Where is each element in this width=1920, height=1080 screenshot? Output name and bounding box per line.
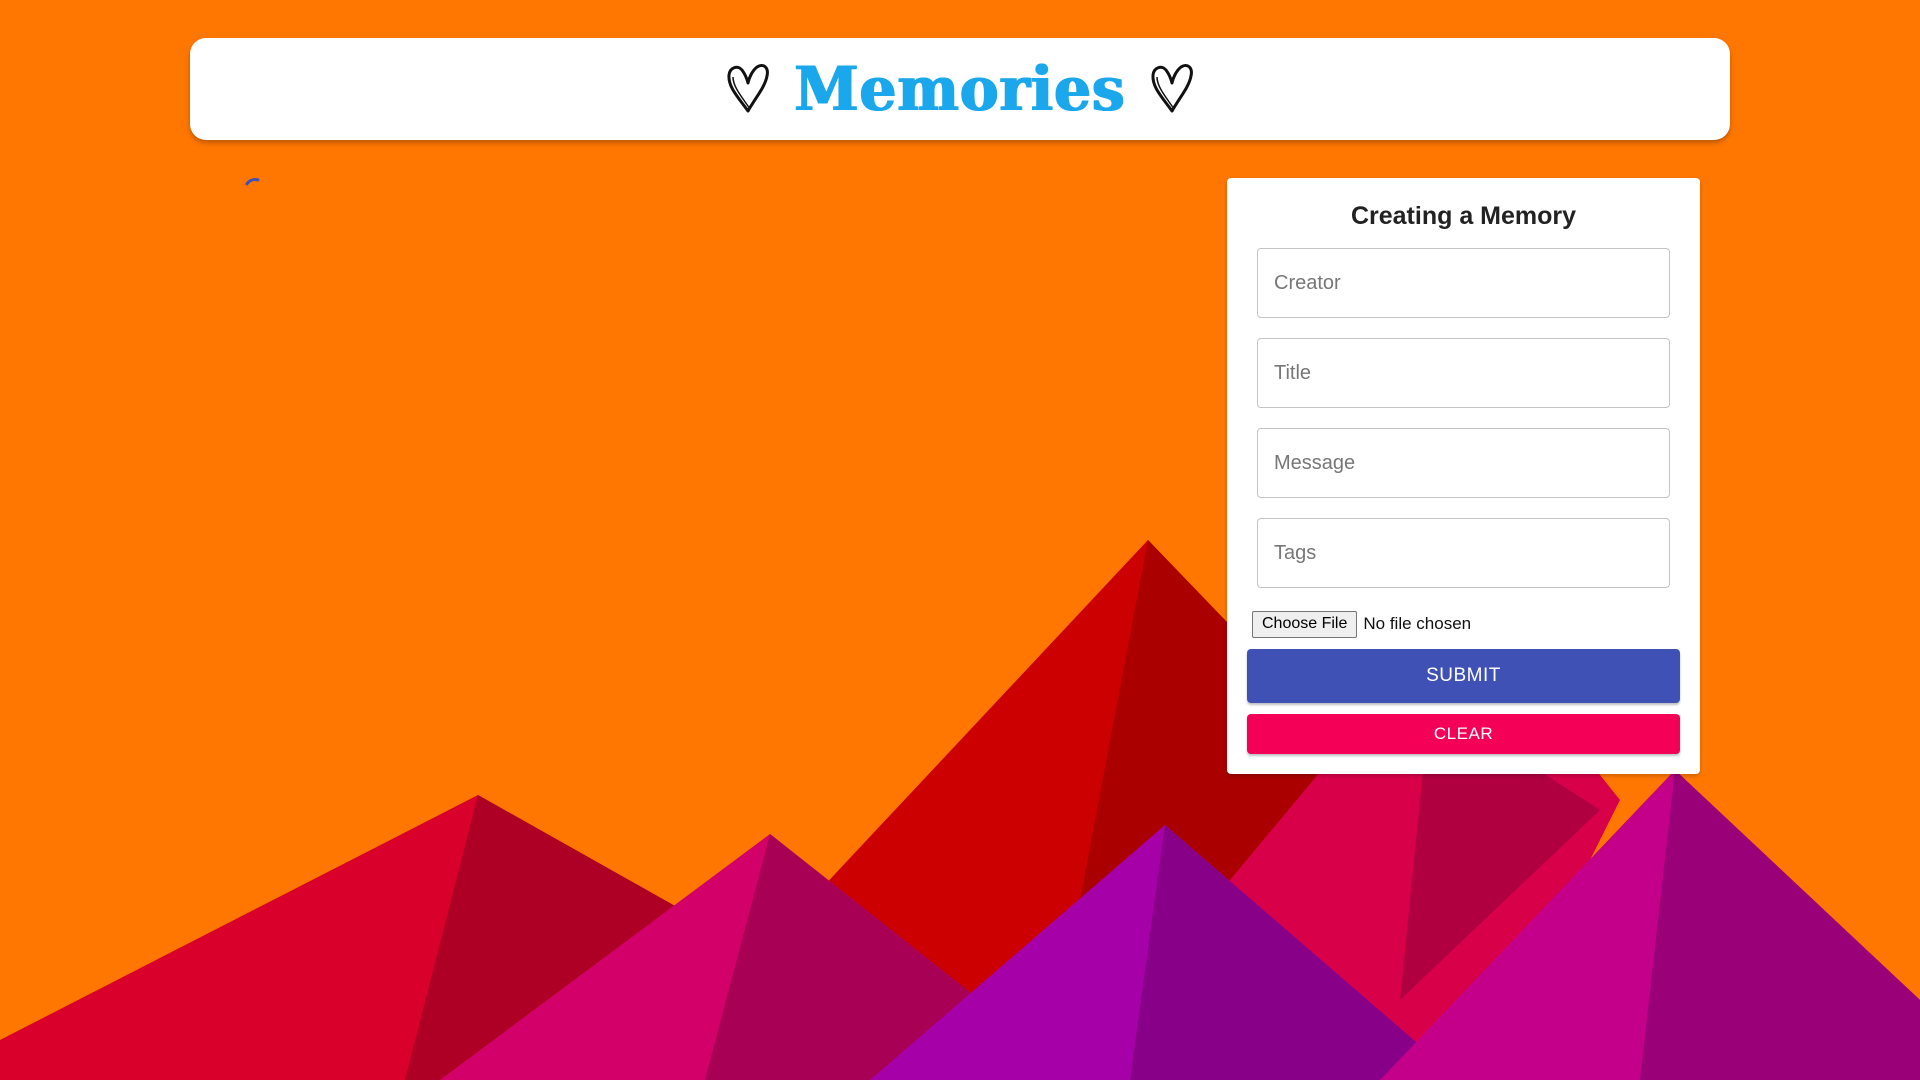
tags-input[interactable] — [1257, 518, 1670, 588]
app-bar: Memories — [190, 38, 1730, 140]
file-input: Choose File No file chosen — [1252, 610, 1471, 638]
choose-file-button[interactable]: Choose File — [1252, 610, 1358, 638]
file-status-text: No file chosen — [1363, 614, 1472, 633]
heart-outline-icon — [727, 63, 770, 113]
submit-button[interactable]: SUBMIT — [1247, 649, 1680, 703]
heart-outline-icon — [1151, 63, 1193, 113]
brand-title: Memories — [794, 53, 1126, 125]
clear-button[interactable]: CLEAR — [1247, 714, 1680, 754]
form-title: Creating a Memory — [1350, 202, 1577, 230]
memory-form: Creating a Memory Choose File No file ch… — [1227, 178, 1700, 774]
message-input[interactable] — [1257, 428, 1670, 498]
creator-input[interactable] — [1257, 248, 1670, 318]
title-input[interactable] — [1257, 338, 1670, 408]
